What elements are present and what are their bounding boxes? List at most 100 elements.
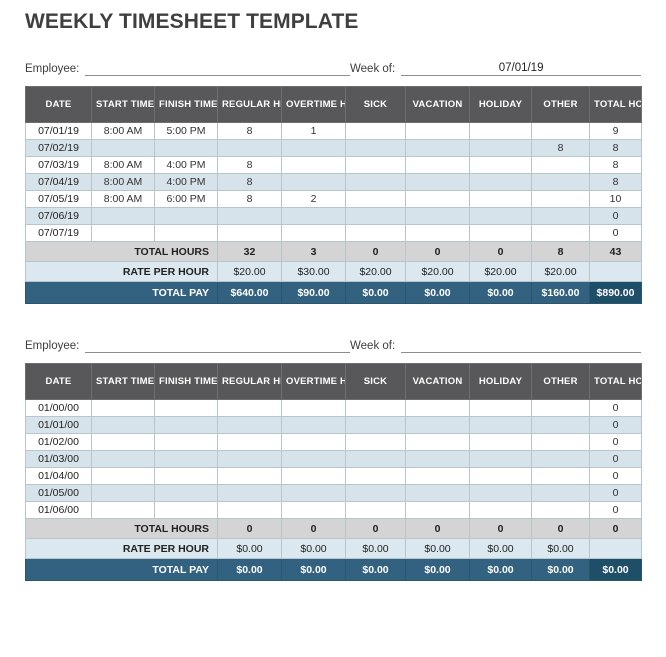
- cell-total[interactable]: 8: [589, 173, 642, 191]
- cell-regular[interactable]: [217, 416, 282, 434]
- cell-sick[interactable]: [345, 399, 406, 417]
- cell-start[interactable]: [91, 207, 155, 225]
- cell-other[interactable]: [531, 207, 590, 225]
- summary-rate-per-hour-other[interactable]: $20.00: [531, 261, 590, 282]
- cell-date[interactable]: 07/02/19: [25, 139, 92, 157]
- cell-other[interactable]: [531, 433, 590, 451]
- summary-rate-per-hour-regular[interactable]: $20.00: [217, 261, 282, 282]
- cell-vacation[interactable]: [405, 450, 470, 468]
- cell-holiday[interactable]: [469, 416, 532, 434]
- cell-date[interactable]: 07/04/19: [25, 173, 92, 191]
- cell-total[interactable]: 0: [589, 399, 642, 417]
- cell-vacation[interactable]: [405, 399, 470, 417]
- cell-other[interactable]: [531, 416, 590, 434]
- cell-regular[interactable]: 8: [217, 190, 282, 208]
- cell-regular[interactable]: 8: [217, 156, 282, 174]
- cell-other[interactable]: [531, 156, 590, 174]
- summary-rate-per-hour-overtime[interactable]: $30.00: [281, 261, 346, 282]
- cell-regular[interactable]: [217, 484, 282, 502]
- cell-vacation[interactable]: [405, 207, 470, 225]
- summary-rate-per-hour-holiday[interactable]: $20.00: [469, 261, 532, 282]
- cell-other[interactable]: [531, 501, 590, 519]
- cell-start[interactable]: [91, 501, 155, 519]
- summary-rate-per-hour-vacation[interactable]: $0.00: [405, 538, 470, 559]
- cell-start[interactable]: 8:00 AM: [91, 156, 155, 174]
- cell-date[interactable]: 01/01/00: [25, 416, 92, 434]
- cell-vacation[interactable]: [405, 122, 470, 140]
- cell-total[interactable]: 8: [589, 156, 642, 174]
- summary-rate-per-hour-sick[interactable]: $0.00: [345, 538, 406, 559]
- cell-start[interactable]: [91, 399, 155, 417]
- cell-finish[interactable]: [154, 450, 218, 468]
- cell-regular[interactable]: 8: [217, 173, 282, 191]
- cell-other[interactable]: [531, 467, 590, 485]
- cell-finish[interactable]: [154, 399, 218, 417]
- cell-sick[interactable]: [345, 433, 406, 451]
- cell-finish[interactable]: 5:00 PM: [154, 122, 218, 140]
- cell-overtime[interactable]: [281, 156, 346, 174]
- cell-date[interactable]: 01/03/00: [25, 450, 92, 468]
- cell-vacation[interactable]: [405, 190, 470, 208]
- cell-overtime[interactable]: [281, 450, 346, 468]
- summary-rate-per-hour-sick[interactable]: $20.00: [345, 261, 406, 282]
- cell-holiday[interactable]: [469, 139, 532, 157]
- cell-total[interactable]: 0: [589, 450, 642, 468]
- cell-date[interactable]: 07/05/19: [25, 190, 92, 208]
- cell-total[interactable]: 0: [589, 467, 642, 485]
- cell-finish[interactable]: [154, 416, 218, 434]
- cell-finish[interactable]: [154, 484, 218, 502]
- cell-other[interactable]: [531, 122, 590, 140]
- cell-finish[interactable]: [154, 433, 218, 451]
- summary-rate-per-hour-vacation[interactable]: $20.00: [405, 261, 470, 282]
- cell-sick[interactable]: [345, 190, 406, 208]
- cell-other[interactable]: [531, 224, 590, 242]
- cell-start[interactable]: 8:00 AM: [91, 190, 155, 208]
- cell-overtime[interactable]: 2: [281, 190, 346, 208]
- cell-overtime[interactable]: [281, 207, 346, 225]
- cell-total[interactable]: 10: [589, 190, 642, 208]
- cell-holiday[interactable]: [469, 399, 532, 417]
- cell-overtime[interactable]: [281, 224, 346, 242]
- cell-overtime[interactable]: [281, 173, 346, 191]
- cell-holiday[interactable]: [469, 450, 532, 468]
- cell-other[interactable]: 8: [531, 139, 590, 157]
- cell-other[interactable]: [531, 450, 590, 468]
- cell-finish[interactable]: 4:00 PM: [154, 156, 218, 174]
- cell-finish[interactable]: [154, 207, 218, 225]
- cell-overtime[interactable]: [281, 484, 346, 502]
- cell-holiday[interactable]: [469, 501, 532, 519]
- weekof-input[interactable]: 07/01/19: [401, 61, 641, 76]
- summary-rate-per-hour-other[interactable]: $0.00: [531, 538, 590, 559]
- cell-vacation[interactable]: [405, 433, 470, 451]
- cell-start[interactable]: [91, 416, 155, 434]
- cell-overtime[interactable]: [281, 399, 346, 417]
- cell-vacation[interactable]: [405, 416, 470, 434]
- cell-holiday[interactable]: [469, 224, 532, 242]
- cell-start[interactable]: [91, 484, 155, 502]
- cell-regular[interactable]: [217, 399, 282, 417]
- summary-rate-per-hour-regular[interactable]: $0.00: [217, 538, 282, 559]
- cell-vacation[interactable]: [405, 139, 470, 157]
- cell-date[interactable]: 07/07/19: [25, 224, 92, 242]
- cell-sick[interactable]: [345, 484, 406, 502]
- cell-other[interactable]: [531, 399, 590, 417]
- cell-vacation[interactable]: [405, 173, 470, 191]
- cell-total[interactable]: 8: [589, 139, 642, 157]
- cell-holiday[interactable]: [469, 207, 532, 225]
- cell-start[interactable]: [91, 450, 155, 468]
- cell-vacation[interactable]: [405, 501, 470, 519]
- weekof-input[interactable]: [401, 338, 641, 353]
- cell-total[interactable]: 0: [589, 501, 642, 519]
- cell-regular[interactable]: [217, 501, 282, 519]
- cell-start[interactable]: 8:00 AM: [91, 122, 155, 140]
- cell-date[interactable]: 01/02/00: [25, 433, 92, 451]
- cell-vacation[interactable]: [405, 484, 470, 502]
- cell-total[interactable]: 0: [589, 207, 642, 225]
- cell-overtime[interactable]: [281, 139, 346, 157]
- cell-holiday[interactable]: [469, 122, 532, 140]
- cell-sick[interactable]: [345, 122, 406, 140]
- cell-vacation[interactable]: [405, 156, 470, 174]
- cell-regular[interactable]: 8: [217, 122, 282, 140]
- cell-finish[interactable]: [154, 467, 218, 485]
- cell-date[interactable]: 01/04/00: [25, 467, 92, 485]
